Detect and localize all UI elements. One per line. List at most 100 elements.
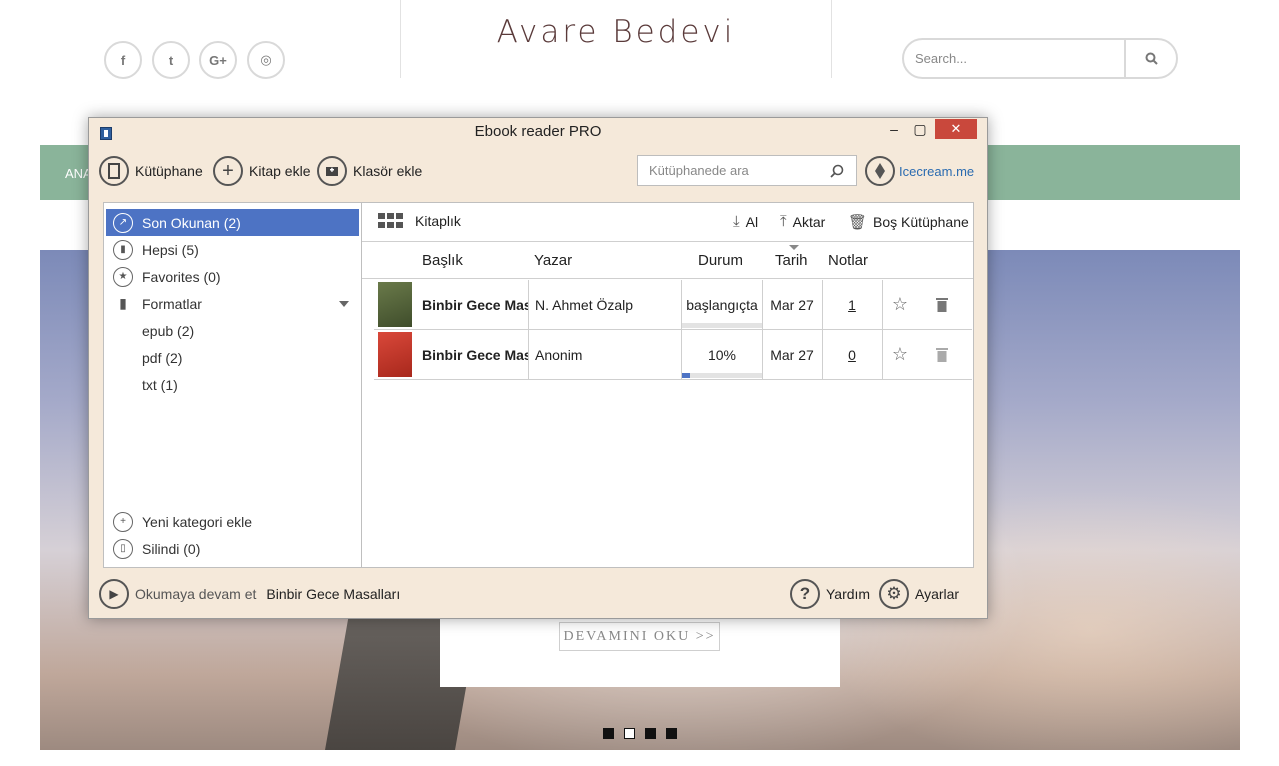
category-pdf[interactable]: pdf (2): [106, 344, 359, 371]
twitter-icon[interactable]: t: [152, 41, 190, 79]
book-date: Mar 27: [770, 346, 814, 363]
column-notes[interactable]: Notlar: [828, 252, 868, 269]
table-row[interactable]: Binbir Gece Masalları N. Ahmet Özalp baş…: [374, 280, 972, 330]
import-button[interactable]: ⤓ Al: [733, 213, 758, 230]
table-header: Başlık Yazar Durum Tarih Notlar: [362, 242, 973, 279]
category-all[interactable]: ▮ Hepsi (5): [106, 236, 359, 263]
category-formats[interactable]: ▮ Formatlar: [106, 290, 359, 317]
library-button[interactable]: Kütüphane: [99, 156, 203, 186]
column-date[interactable]: Tarih: [775, 252, 808, 269]
star-icon: ★: [113, 266, 133, 287]
book-date: Mar 27: [770, 296, 814, 313]
add-book-label: Kitap ekle: [249, 163, 311, 179]
book-icon: ▮: [113, 239, 133, 260]
notes-link[interactable]: 0: [848, 347, 856, 363]
site-search[interactable]: Search...: [902, 38, 1178, 79]
book-status: başlangıçta: [686, 296, 758, 313]
book-cover: [378, 332, 412, 377]
chevron-down-icon[interactable]: [339, 301, 349, 307]
book-title[interactable]: Binbir Gece Masalları: [422, 330, 528, 379]
category-label: epub (2): [142, 322, 195, 339]
book-author: N. Ahmet Özalp: [535, 296, 634, 313]
progress-bar: [682, 373, 762, 378]
add-folder-button[interactable]: Klasör ekle: [317, 156, 422, 186]
category-label: Hepsi (5): [142, 241, 199, 258]
google-plus-icon[interactable]: G+: [199, 41, 237, 79]
help-label: Yardım: [826, 586, 871, 602]
column-title[interactable]: Başlık: [422, 252, 463, 269]
window-title: Ebook reader PRO: [474, 123, 602, 140]
icecream-link[interactable]: Icecream.me: [865, 156, 974, 186]
minimize-button[interactable]: –: [881, 119, 907, 139]
slider-dot[interactable]: [666, 728, 677, 739]
book-title[interactable]: Binbir Gece Masalları: [422, 280, 528, 329]
trash-icon: 🗑: [848, 214, 868, 231]
column-status[interactable]: Durum: [698, 252, 743, 269]
delete-trash-icon[interactable]: [924, 330, 960, 379]
table-row[interactable]: Binbir Gece Masalları Anonim 10% Mar 27 …: [374, 330, 972, 380]
grid-icon: [378, 213, 403, 228]
slider-dot[interactable]: [645, 728, 656, 739]
book-notes[interactable]: 0: [822, 330, 882, 379]
help-icon: ?: [790, 579, 820, 609]
slider-dot[interactable]: [603, 728, 614, 739]
new-category-button[interactable]: + Yeni kategori ekle: [106, 508, 359, 535]
facebook-icon[interactable]: f: [104, 41, 142, 79]
search-icon[interactable]: [1124, 40, 1176, 77]
import-label: Al: [745, 213, 759, 230]
book-notes[interactable]: 1: [822, 280, 882, 329]
progress-bar: [682, 323, 762, 328]
library-panel: Kitaplık ⤓ Al ⤒ Aktar 🗑 Boş Kütüphane Başlı…: [362, 202, 974, 568]
empty-library-button[interactable]: 🗑 Boş Kütüphane: [848, 213, 969, 231]
library-search-input[interactable]: Kütüphanede ara: [638, 163, 830, 178]
category-favorites[interactable]: ★ Favorites (0): [106, 263, 359, 290]
favorite-star-icon[interactable]: ☆: [882, 280, 918, 329]
document-icon: ▮: [119, 295, 127, 311]
title-bar: Ebook reader PRO – ▢ ✕: [89, 118, 987, 145]
recent-icon: ↗: [113, 212, 133, 233]
divider: [400, 0, 401, 78]
maximize-button[interactable]: ▢: [907, 119, 933, 139]
export-button[interactable]: ⤒ Aktar: [780, 213, 825, 230]
book-author: Anonim: [535, 346, 583, 363]
sort-arrow-icon: [789, 245, 799, 250]
play-icon: ▶: [99, 579, 129, 609]
search-icon[interactable]: [830, 164, 844, 178]
delete-trash-icon[interactable]: [924, 280, 960, 329]
instagram-icon[interactable]: ◎: [247, 41, 285, 79]
grid-view-button[interactable]: Kitaplık: [378, 213, 461, 229]
category-txt[interactable]: txt (1): [106, 371, 359, 398]
settings-button[interactable]: ⚙ Ayarlar: [879, 579, 959, 609]
trash-icon: ▯: [113, 538, 133, 559]
gear-icon: ⚙: [879, 579, 909, 609]
continue-reading-button[interactable]: ▶ Okumaya devam et Binbir Gece Masalları: [99, 579, 400, 609]
category-deleted[interactable]: ▯ Silindi (0): [106, 535, 359, 562]
favorite-star-icon[interactable]: ☆: [882, 330, 918, 379]
column-author[interactable]: Yazar: [534, 252, 572, 269]
ebook-reader-window: Ebook reader PRO – ▢ ✕ Kütüphane + Kitap…: [88, 117, 988, 619]
library-search[interactable]: Kütüphanede ara: [637, 155, 857, 186]
category-epub[interactable]: epub (2): [106, 317, 359, 344]
empty-library-label: Boş Kütüphane: [873, 214, 969, 230]
category-label: Favorites (0): [142, 268, 221, 285]
read-more-button[interactable]: DEVAMINI OKU >>: [559, 622, 720, 651]
notes-link[interactable]: 1: [848, 297, 856, 313]
library-bar: Kitaplık ⤓ Al ⤒ Aktar 🗑 Boş Kütüphane: [362, 203, 973, 242]
site-search-input[interactable]: Search...: [904, 51, 1124, 66]
continue-label: Okumaya devam et: [135, 586, 257, 602]
blog-title[interactable]: Avare Bedevi: [402, 14, 830, 50]
settings-label: Ayarlar: [915, 586, 960, 602]
add-book-button[interactable]: + Kitap ekle: [213, 156, 310, 186]
icecream-label[interactable]: Icecream.me: [899, 164, 974, 179]
folder-plus-icon: [317, 156, 347, 186]
help-button[interactable]: ? Yardım: [790, 579, 870, 609]
category-label: Formatlar: [142, 295, 202, 312]
add-folder-label: Klasör ekle: [353, 163, 423, 179]
continue-book-title[interactable]: Binbir Gece Masalları: [266, 586, 400, 602]
slider-dot-active[interactable]: [624, 728, 635, 739]
plus-icon: +: [113, 511, 133, 532]
category-recent[interactable]: ↗ Son Okunan (2): [106, 209, 359, 236]
download-icon: ⤓: [733, 213, 740, 230]
book-status: 10%: [707, 346, 737, 363]
close-button[interactable]: ✕: [935, 119, 977, 139]
